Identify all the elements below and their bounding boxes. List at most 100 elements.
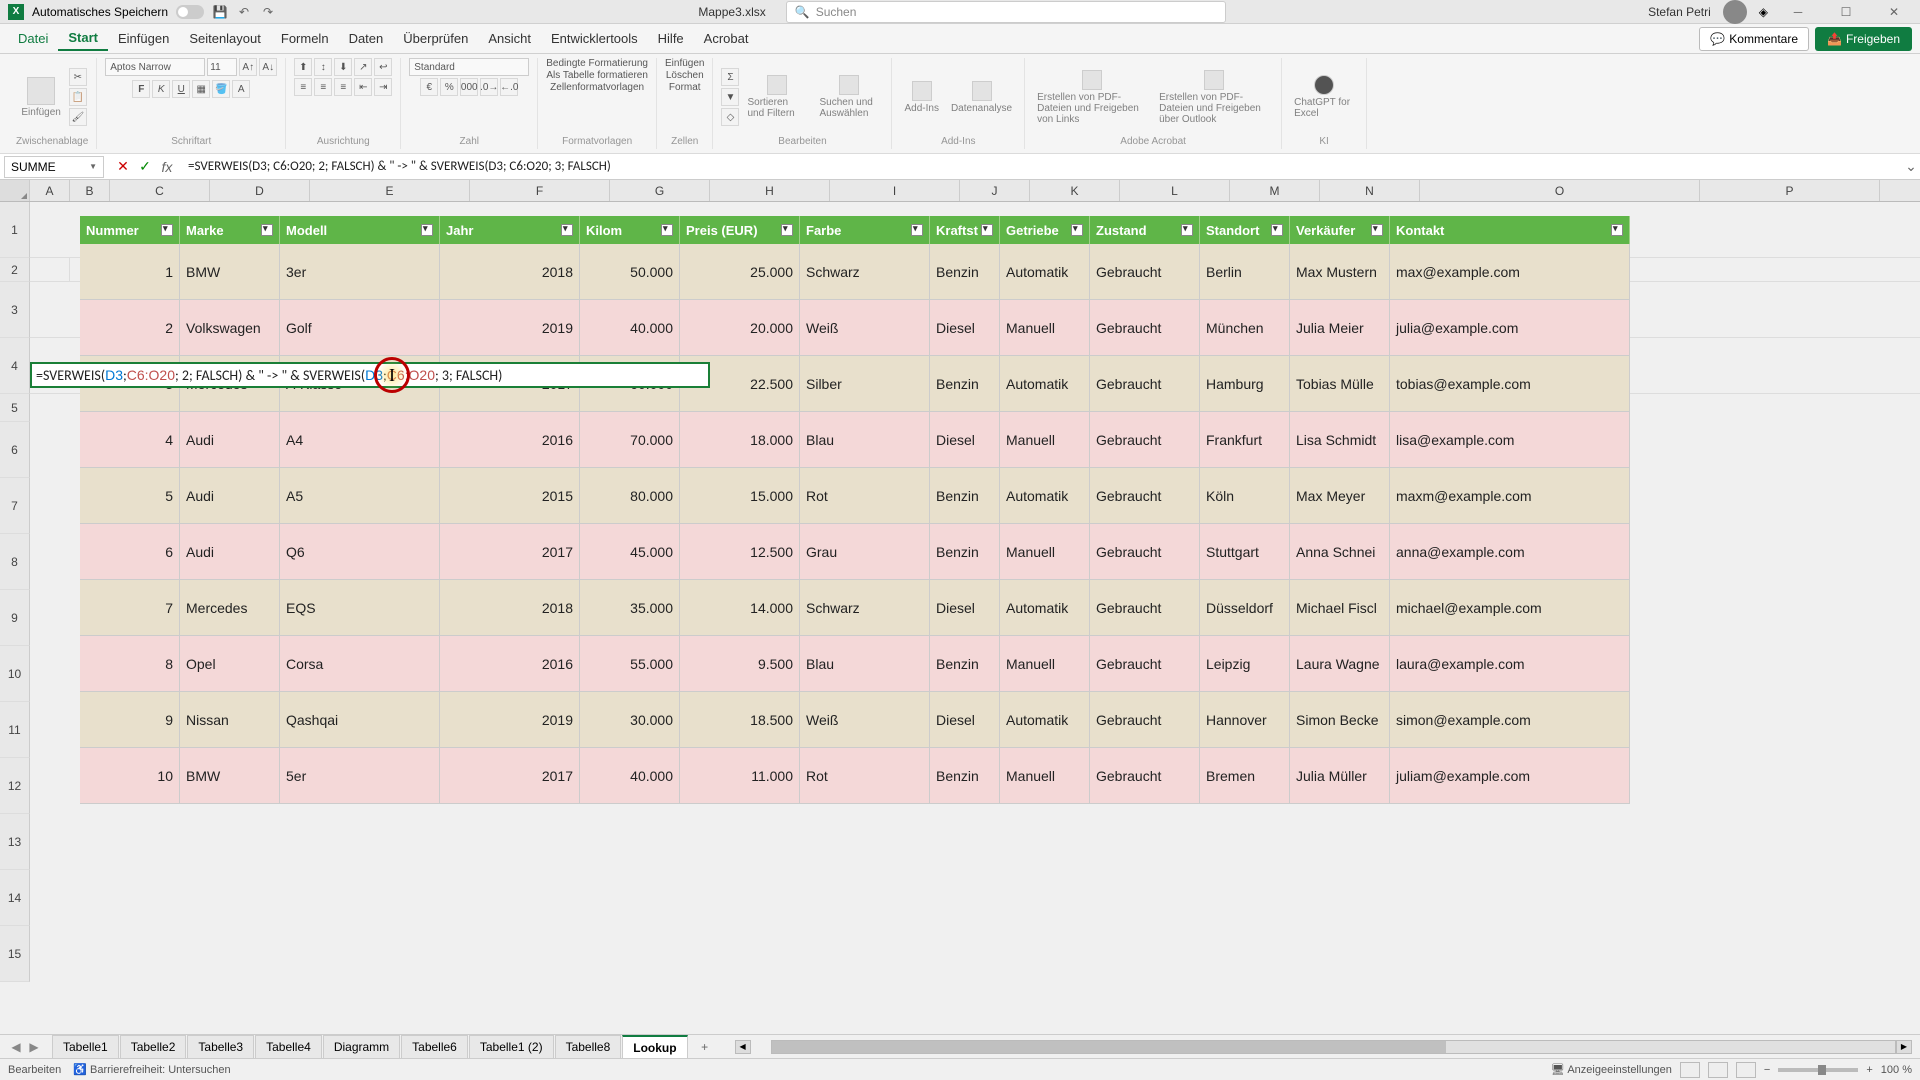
cell-preis[interactable]: 11.000 [680, 748, 800, 804]
th-modell[interactable]: Modell [280, 216, 440, 244]
col-header-A[interactable]: A [30, 180, 70, 201]
sheet-tab[interactable]: Tabelle1 [52, 1035, 119, 1059]
cell-modell[interactable]: A4 [280, 412, 440, 468]
dec-decimal-icon[interactable]: ←.0 [500, 78, 518, 96]
close-button[interactable]: ✕ [1876, 0, 1912, 24]
menu-seitenlayout[interactable]: Seitenlayout [179, 27, 271, 50]
sheet-tab[interactable]: Diagramm [323, 1035, 400, 1059]
cell-standort[interactable]: München [1200, 300, 1290, 356]
cell-kraft[interactable]: Benzin [930, 524, 1000, 580]
cell-zustand[interactable]: Gebraucht [1090, 244, 1200, 300]
th-getriebe[interactable]: Getriebe [1000, 216, 1090, 244]
table-row[interactable]: 4AudiA4201670.00018.000BlauDieselManuell… [80, 412, 1630, 468]
menu-daten[interactable]: Daten [339, 27, 394, 50]
cell-kontakt[interactable]: lisa@example.com [1390, 412, 1630, 468]
col-header-P[interactable]: P [1700, 180, 1880, 201]
th-standort[interactable]: Standort [1200, 216, 1290, 244]
cell-modell[interactable]: 5er [280, 748, 440, 804]
table-row[interactable]: 9NissanQashqai201930.00018.500WeißDiesel… [80, 692, 1630, 748]
col-header-J[interactable]: J [960, 180, 1030, 201]
chatgpt-button[interactable]: ChatGPT for Excel [1290, 73, 1358, 121]
delete-cells-button[interactable]: Löschen [666, 70, 704, 81]
page-layout-view-icon[interactable] [1708, 1062, 1728, 1078]
zoom-out-button[interactable]: − [1764, 1064, 1770, 1076]
fx-button[interactable]: fx [158, 158, 176, 176]
cell-verk[interactable]: Michael Fiscl [1290, 580, 1390, 636]
row-header-10[interactable]: 10 [0, 646, 30, 702]
cell-kontakt[interactable]: max@example.com [1390, 244, 1630, 300]
table-row[interactable]: 5AudiA5201580.00015.000RotBenzinAutomati… [80, 468, 1630, 524]
cell-km[interactable]: 30.000 [580, 692, 680, 748]
cell-modell[interactable]: Qashqai [280, 692, 440, 748]
autosum-icon[interactable]: Σ [721, 68, 739, 86]
cell-zustand[interactable]: Gebraucht [1090, 524, 1200, 580]
cell-kontakt[interactable]: anna@example.com [1390, 524, 1630, 580]
cell-kraft[interactable]: Diesel [930, 412, 1000, 468]
cell-farbe[interactable]: Rot [800, 748, 930, 804]
col-header-H[interactable]: H [710, 180, 830, 201]
clear-icon[interactable]: ◇ [721, 108, 739, 126]
table-row[interactable]: 2VolkswagenGolf201940.00020.000WeißDiese… [80, 300, 1630, 356]
cell-verk[interactable]: Julia Müller [1290, 748, 1390, 804]
cell-kraft[interactable]: Diesel [930, 692, 1000, 748]
row-header-6[interactable]: 6 [0, 422, 30, 478]
align-top-icon[interactable]: ⬆ [294, 58, 312, 76]
cell-farbe[interactable]: Grau [800, 524, 930, 580]
menu-einfuegen[interactable]: Einfügen [108, 27, 179, 50]
fill-icon[interactable]: ▼ [721, 88, 739, 106]
cell-standort[interactable]: Hamburg [1200, 356, 1290, 412]
accept-formula-button[interactable]: ✓ [136, 158, 154, 176]
horizontal-scrollbar[interactable] [771, 1040, 1896, 1054]
cell-preis[interactable]: 25.000 [680, 244, 800, 300]
align-middle-icon[interactable]: ↕ [314, 58, 332, 76]
cell-n[interactable]: 9 [80, 692, 180, 748]
cell-preis[interactable]: 18.500 [680, 692, 800, 748]
cell-marke[interactable]: Audi [180, 524, 280, 580]
row-header-4[interactable]: 4 [0, 338, 30, 394]
cell-zustand[interactable]: Gebraucht [1090, 300, 1200, 356]
cell-n[interactable]: 7 [80, 580, 180, 636]
cell-marke[interactable]: Nissan [180, 692, 280, 748]
cell-zustand[interactable]: Gebraucht [1090, 748, 1200, 804]
filter-icon[interactable] [161, 224, 173, 236]
sheet-tab[interactable]: Tabelle3 [187, 1035, 254, 1059]
row-header-7[interactable]: 7 [0, 478, 30, 534]
table-row[interactable]: 7MercedesEQS201835.00014.000SchwarzDiese… [80, 580, 1630, 636]
add-sheet-button[interactable]: + [695, 1037, 715, 1057]
th-zustand[interactable]: Zustand [1090, 216, 1200, 244]
cell-kontakt[interactable]: juliam@example.com [1390, 748, 1630, 804]
search-input[interactable]: 🔍 Suchen [786, 1, 1226, 23]
cell-editing-E3[interactable]: =SVERWEIS(D3; C6:O20; 2; FALSCH) & " -> … [30, 362, 710, 388]
font-name-select[interactable] [105, 58, 205, 76]
cell-jahr[interactable]: 2015 [440, 468, 580, 524]
cell-km[interactable]: 50.000 [580, 244, 680, 300]
row-header-5[interactable]: 5 [0, 394, 30, 422]
th-nummer[interactable]: Nummer [80, 216, 180, 244]
cell-preis[interactable]: 15.000 [680, 468, 800, 524]
cell-verk[interactable]: Laura Wagne [1290, 636, 1390, 692]
col-header-O[interactable]: O [1420, 180, 1700, 201]
cell-standort[interactable]: Bremen [1200, 748, 1290, 804]
filter-icon[interactable] [1071, 224, 1083, 236]
table-row[interactable]: 1BMW3er201850.00025.000SchwarzBenzinAuto… [80, 244, 1630, 300]
col-header-D[interactable]: D [210, 180, 310, 201]
cell-preis[interactable]: 12.500 [680, 524, 800, 580]
cell-kraft[interactable]: Benzin [930, 748, 1000, 804]
formula-input[interactable]: =SVERWEIS(D3; C6:O20; 2; FALSCH) & " -> … [182, 159, 1902, 174]
cell-standort[interactable]: Frankfurt [1200, 412, 1290, 468]
cell-kraft[interactable]: Diesel [930, 300, 1000, 356]
percent-icon[interactable]: % [440, 78, 458, 96]
cell-getriebe[interactable]: Manuell [1000, 412, 1090, 468]
col-header-K[interactable]: K [1030, 180, 1120, 201]
sheet-tab[interactable]: Tabelle2 [120, 1035, 187, 1059]
minimize-button[interactable]: ─ [1780, 0, 1816, 24]
cell-marke[interactable]: Volkswagen [180, 300, 280, 356]
menu-formeln[interactable]: Formeln [271, 27, 339, 50]
cell-kontakt[interactable]: maxm@example.com [1390, 468, 1630, 524]
th-preis[interactable]: Preis (EUR) [680, 216, 800, 244]
row-header-11[interactable]: 11 [0, 702, 30, 758]
cell-zustand[interactable]: Gebraucht [1090, 692, 1200, 748]
comments-button[interactable]: 💬 Kommentare [1699, 27, 1809, 51]
cell-preis[interactable]: 9.500 [680, 636, 800, 692]
comma-icon[interactable]: 000 [460, 78, 478, 96]
